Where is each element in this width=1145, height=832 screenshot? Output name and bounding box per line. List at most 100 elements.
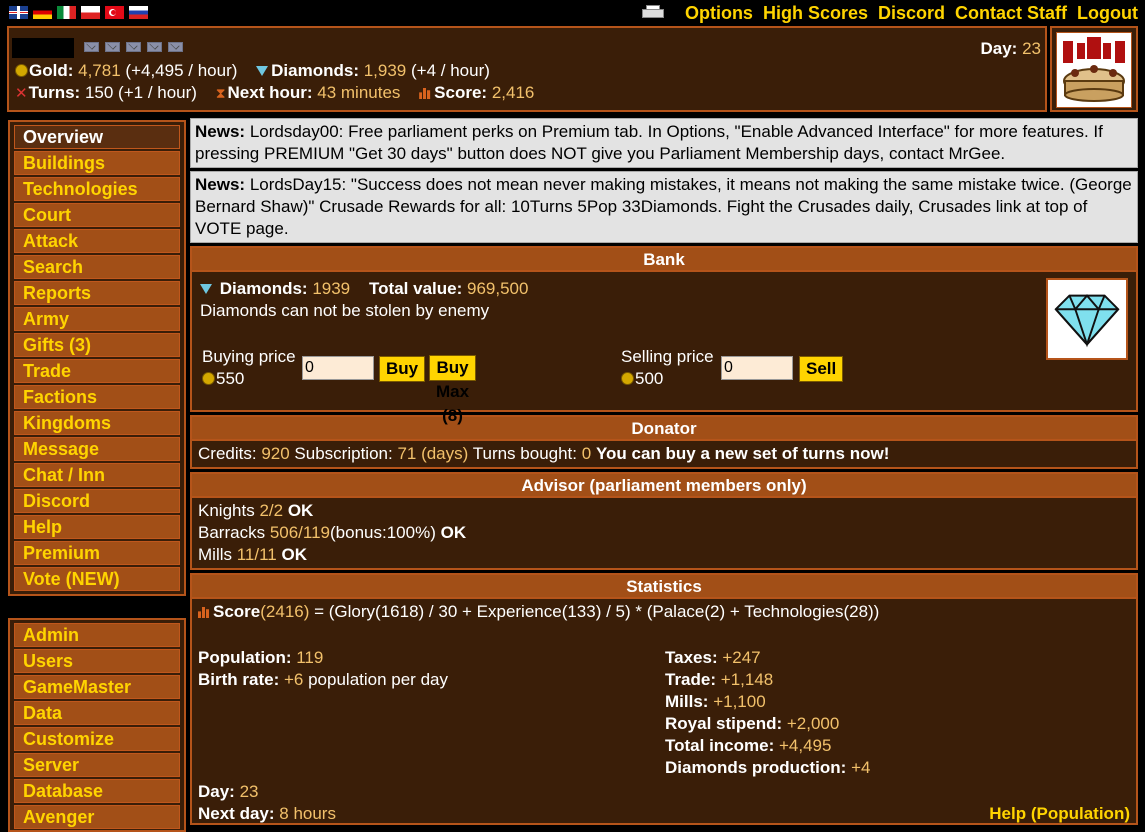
menu-gamemaster[interactable]: GameMaster: [14, 675, 180, 699]
advisor-row-label: Barracks: [198, 523, 266, 542]
buy-amount-input[interactable]: [302, 356, 374, 380]
menu-chat-inn[interactable]: Chat / Inn: [14, 463, 180, 487]
menu-kingdoms[interactable]: Kingdoms: [14, 411, 180, 435]
flag-german-icon[interactable]: [33, 6, 52, 19]
menu-reports[interactable]: Reports: [14, 281, 180, 305]
stipend-label: Royal stipend:: [665, 714, 783, 733]
menu-attack[interactable]: Attack: [14, 229, 180, 253]
mail-icon[interactable]: [126, 42, 141, 52]
gold-coin-icon: [621, 372, 634, 385]
menu-factions[interactable]: Factions: [14, 385, 180, 409]
income-label: Total income:: [665, 736, 775, 755]
high-scores-link[interactable]: High Scores: [763, 2, 868, 24]
turns-label: Turns:: [28, 83, 81, 102]
mail-icon[interactable]: [105, 42, 120, 52]
help-population-link[interactable]: Help (Population): [989, 803, 1130, 825]
menu-technologies[interactable]: Technologies: [14, 177, 180, 201]
mail-icon[interactable]: [168, 42, 183, 52]
diamond-production-value: +4: [851, 758, 871, 777]
flag-russian-icon[interactable]: [129, 6, 148, 19]
birth-rate-value: +6: [283, 670, 304, 689]
menu-admin[interactable]: Admin: [14, 623, 180, 647]
menu-avenger[interactable]: Avenger: [14, 805, 180, 829]
mills-line: Mills: +1,100: [665, 691, 766, 713]
mills-value: +1,100: [713, 692, 766, 711]
flag-english-icon[interactable]: [9, 6, 28, 19]
buy-turns-message[interactable]: You can buy a new set of turns now!: [596, 444, 889, 463]
score-label: Score:: [434, 83, 488, 102]
taxes-value: +247: [722, 648, 761, 667]
taxes-line: Taxes: +247: [665, 647, 761, 669]
next-day-value: 8 hours: [279, 804, 336, 823]
sell-price-text: Selling price: [621, 347, 714, 366]
menu-data[interactable]: Data: [14, 701, 180, 725]
mail-icon[interactable]: [147, 42, 162, 52]
bank-total-value: 969,500: [466, 279, 529, 298]
advisor-row-value: 11/11: [236, 545, 277, 564]
discord-link[interactable]: Discord: [878, 2, 945, 24]
menu-buildings[interactable]: Buildings: [14, 151, 180, 175]
admin-menu: Admin Users GameMaster Data Customize Se…: [8, 618, 186, 832]
throne-table-icon: [1063, 37, 1125, 102]
main-menu: Overview Buildings Technologies Court At…: [8, 120, 186, 596]
diamond-gem-icon: [1054, 294, 1120, 348]
subscription-label: Subscription:: [294, 444, 393, 463]
menu-overview[interactable]: Overview: [14, 125, 180, 149]
trade-line: Trade: +1,148: [665, 669, 773, 691]
mail-icons: [84, 42, 183, 52]
resource-row-1: Gold: 4,781 (+4,495 / hour) Diamonds: 1,…: [15, 60, 490, 82]
gold-label: Gold:: [29, 61, 74, 80]
day-value: 23: [1022, 39, 1041, 58]
formula-label: Score: [213, 602, 261, 621]
credits-value: 920: [261, 444, 290, 463]
menu-army[interactable]: Army: [14, 307, 180, 331]
sell-amount-input[interactable]: [721, 356, 793, 380]
birth-rate-label: Birth rate:: [198, 670, 280, 689]
flag-turkish-icon[interactable]: [105, 6, 124, 19]
sell-price-label: Selling price 500: [621, 346, 714, 390]
menu-database[interactable]: Database: [14, 779, 180, 803]
gold-value: 4,781: [78, 61, 121, 80]
menu-search[interactable]: Search: [14, 255, 180, 279]
flag-polish-icon[interactable]: [81, 6, 100, 19]
options-link[interactable]: Options: [685, 2, 753, 24]
turns-bought-label: Turns bought:: [472, 444, 578, 463]
news-text: LordsDay15: "Success does not mean never…: [195, 175, 1132, 238]
menu-trade[interactable]: Trade: [14, 359, 180, 383]
flag-italian-icon[interactable]: [57, 6, 76, 19]
menu-customize[interactable]: Customize: [14, 727, 180, 751]
contact-staff-link[interactable]: Contact Staff: [955, 2, 1067, 24]
sell-button[interactable]: Sell: [799, 356, 844, 382]
menu-premium[interactable]: Premium: [14, 541, 180, 565]
logout-link[interactable]: Logout: [1077, 2, 1138, 24]
population-line: Population: 119: [198, 647, 323, 669]
bank-body: Diamonds: 1939 Total value: 969,500 Diam…: [192, 272, 1136, 425]
menu-vote[interactable]: Vote (NEW): [14, 567, 180, 591]
top-nav: Options High Scores Discord Contact Staf…: [685, 2, 1138, 24]
subscription-value: 71 (days): [397, 444, 469, 463]
menu-discord[interactable]: Discord: [14, 489, 180, 513]
news-label: News:: [195, 122, 246, 141]
donator-title: Donator: [192, 417, 1136, 441]
donator-panel: Donator Credits: 920 Subscription: 71 (d…: [190, 415, 1138, 469]
stats-day-value: 23: [239, 782, 259, 801]
diamond-production-label: Diamonds production:: [665, 758, 847, 777]
sell-price-value: 500: [635, 369, 664, 388]
advisor-row-status: OK: [281, 545, 308, 564]
mail-icon[interactable]: [84, 42, 99, 52]
menu-message[interactable]: Message: [14, 437, 180, 461]
printer-icon[interactable]: [640, 3, 666, 23]
advisor-row-status: OK: [287, 501, 314, 520]
menu-help[interactable]: Help: [14, 515, 180, 539]
menu-gifts[interactable]: Gifts (3): [14, 333, 180, 357]
menu-server[interactable]: Server: [14, 753, 180, 777]
advisor-panel: Advisor (parliament members only) Knight…: [190, 472, 1138, 570]
buy-button[interactable]: Buy: [379, 356, 426, 382]
bank-note: Diamonds can not be stolen by enemy: [200, 301, 490, 320]
menu-users[interactable]: Users: [14, 649, 180, 673]
advisor-row-status: OK: [440, 523, 467, 542]
menu-court[interactable]: Court: [14, 203, 180, 227]
buy-max-button[interactable]: Buy Max (8): [429, 355, 477, 425]
turns-value: 150: [84, 83, 114, 102]
diamond-icon: [200, 284, 212, 294]
